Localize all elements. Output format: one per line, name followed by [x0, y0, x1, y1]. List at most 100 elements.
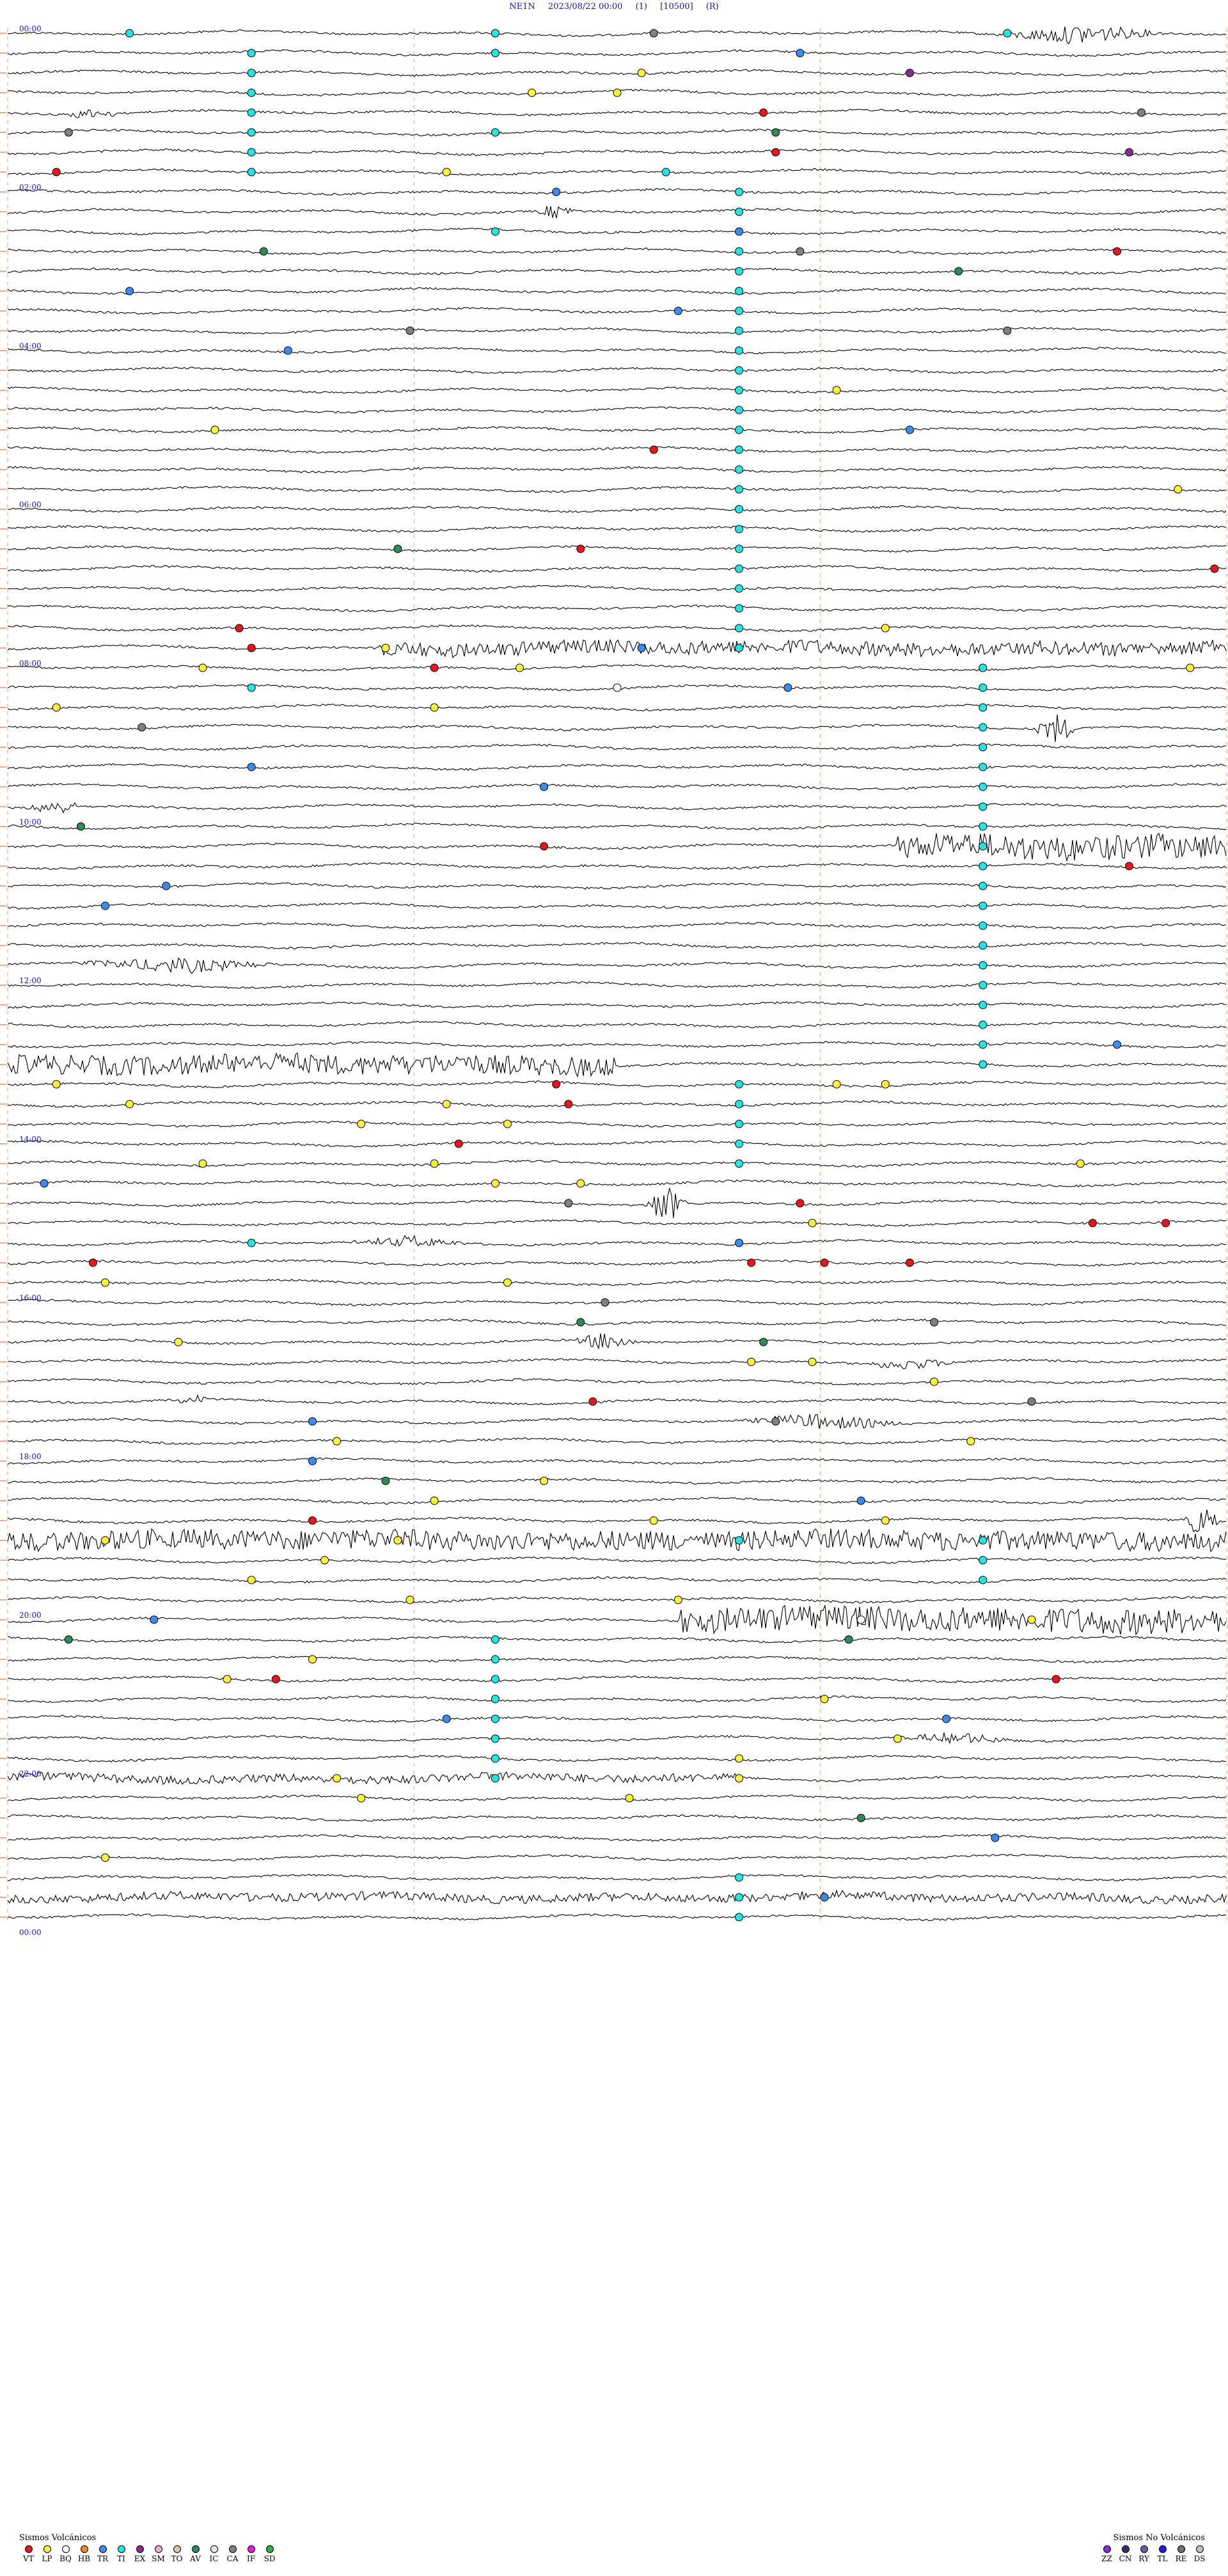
legend-dot-icon: [1103, 2545, 1111, 2553]
event-marker-av: [381, 1476, 390, 1485]
trace-line: [7, 1636, 1227, 1643]
event-marker-lp: [198, 663, 207, 672]
legend-code: SD: [264, 2554, 276, 2563]
legend-dot-icon: [173, 2545, 181, 2553]
event-marker-ti: [735, 1080, 744, 1089]
event-marker-ti: [979, 981, 988, 990]
event-marker-tr: [162, 881, 171, 890]
event-marker-tr: [735, 227, 744, 236]
legend-dot-icon: [247, 2545, 255, 2553]
event-marker-lp: [125, 1100, 134, 1109]
event-marker-vt: [820, 1258, 829, 1267]
event-marker-ti: [979, 1536, 988, 1545]
trace-line: [7, 1021, 1227, 1029]
event-marker-lp: [673, 1595, 682, 1604]
event-marker-ex: [905, 68, 914, 77]
event-marker-tr: [247, 763, 256, 771]
event-marker-ti: [979, 663, 988, 672]
event-marker-tr: [101, 901, 109, 910]
trace-line: [7, 1394, 1227, 1405]
event-marker-vt: [52, 168, 61, 177]
legend-code: IF: [246, 2554, 256, 2563]
event-marker-lp: [735, 1774, 744, 1783]
event-marker-ca: [1137, 108, 1146, 117]
trace-line: [7, 1714, 1227, 1723]
event-marker-ti: [247, 683, 256, 692]
event-marker-ti: [1003, 29, 1012, 38]
trace-line: [7, 267, 1227, 275]
trace-line: [7, 287, 1227, 295]
trace-line: [7, 1259, 1227, 1267]
legend-nonvolcanic-item-cn: CN: [1116, 2545, 1135, 2563]
event-marker-ti: [979, 1060, 988, 1069]
event-marker-lp: [881, 1516, 890, 1525]
event-marker-vt: [796, 1199, 805, 1208]
event-marker-ti: [979, 822, 988, 831]
trace-lines: [7, 26, 1227, 1921]
trace-line: [7, 206, 1227, 219]
event-marker-tr: [942, 1714, 951, 1723]
event-marker-lp: [516, 663, 524, 672]
event-marker-lp: [881, 624, 890, 633]
event-marker-ti: [735, 366, 744, 375]
event-marker-ti: [735, 485, 744, 494]
event-marker-ti: [979, 763, 988, 771]
event-marker-lp: [308, 1655, 317, 1664]
event-marker-av: [259, 247, 268, 256]
time-label: 14:00: [19, 1135, 42, 1144]
event-marker-ti: [979, 842, 988, 851]
legend-nonvolcanic-item-tl: TL: [1153, 2545, 1172, 2563]
time-label: 16:00: [19, 1293, 42, 1302]
event-marker-ca: [64, 128, 73, 137]
legend-code: ZZ: [1101, 2554, 1112, 2563]
legend-volcanic-item-ic: IC: [205, 2545, 223, 2563]
legend-code: LP: [42, 2554, 52, 2563]
event-marker-vt: [747, 1258, 756, 1267]
event-marker-ti: [735, 187, 744, 196]
event-marker-ti: [979, 703, 988, 712]
trace-line: [7, 638, 1227, 658]
event-marker-lp: [430, 1496, 439, 1505]
trace-line: [7, 1187, 1227, 1219]
legend-code: RY: [1138, 2554, 1149, 2563]
event-marker-lp: [333, 1774, 342, 1783]
trace-line: [7, 862, 1227, 870]
event-marker-tr: [125, 287, 134, 296]
legend-code: TI: [117, 2554, 125, 2563]
trace-line: [7, 327, 1227, 335]
trace-line: [7, 1655, 1227, 1664]
event-marker-ti: [979, 862, 988, 871]
event-marker-vt: [271, 1675, 280, 1684]
trace-line: [7, 68, 1227, 77]
event-marker-ti: [735, 1139, 744, 1148]
trace-line: [7, 545, 1227, 553]
trace-line: [7, 881, 1227, 890]
event-marker-vt: [759, 108, 768, 117]
trace-line: [7, 1889, 1227, 1905]
event-marker-tr: [1113, 1040, 1121, 1049]
event-marker-lp: [101, 1278, 109, 1287]
trace-line: [7, 1509, 1227, 1533]
trace-line: [7, 957, 1227, 974]
trace-line: [7, 1834, 1227, 1842]
trace-line: [7, 604, 1227, 613]
event-marker-tr: [442, 1714, 451, 1723]
event-marker-ti: [735, 1159, 744, 1168]
event-marker-av: [954, 267, 963, 276]
event-marker-vt: [1088, 1219, 1097, 1228]
event-marker-ti: [735, 326, 744, 335]
trace-line: [7, 1414, 1227, 1429]
event-marker-tr: [796, 49, 805, 58]
legend-nonvolcanic-item-re: RE: [1172, 2545, 1190, 2563]
legend-dot-icon: [136, 2545, 144, 2553]
trace-line: [7, 823, 1227, 830]
time-label: 04:00: [19, 342, 42, 351]
event-marker-ti: [735, 1873, 744, 1882]
event-marker-ti: [735, 207, 744, 216]
trace-line: [7, 802, 1227, 814]
legend-code: EX: [134, 2554, 146, 2563]
legend-volcanic-item-av: AV: [186, 2545, 205, 2563]
event-marker-ti: [735, 1119, 744, 1128]
event-marker-tr: [783, 683, 792, 692]
event-marker-tr: [820, 1893, 829, 1902]
